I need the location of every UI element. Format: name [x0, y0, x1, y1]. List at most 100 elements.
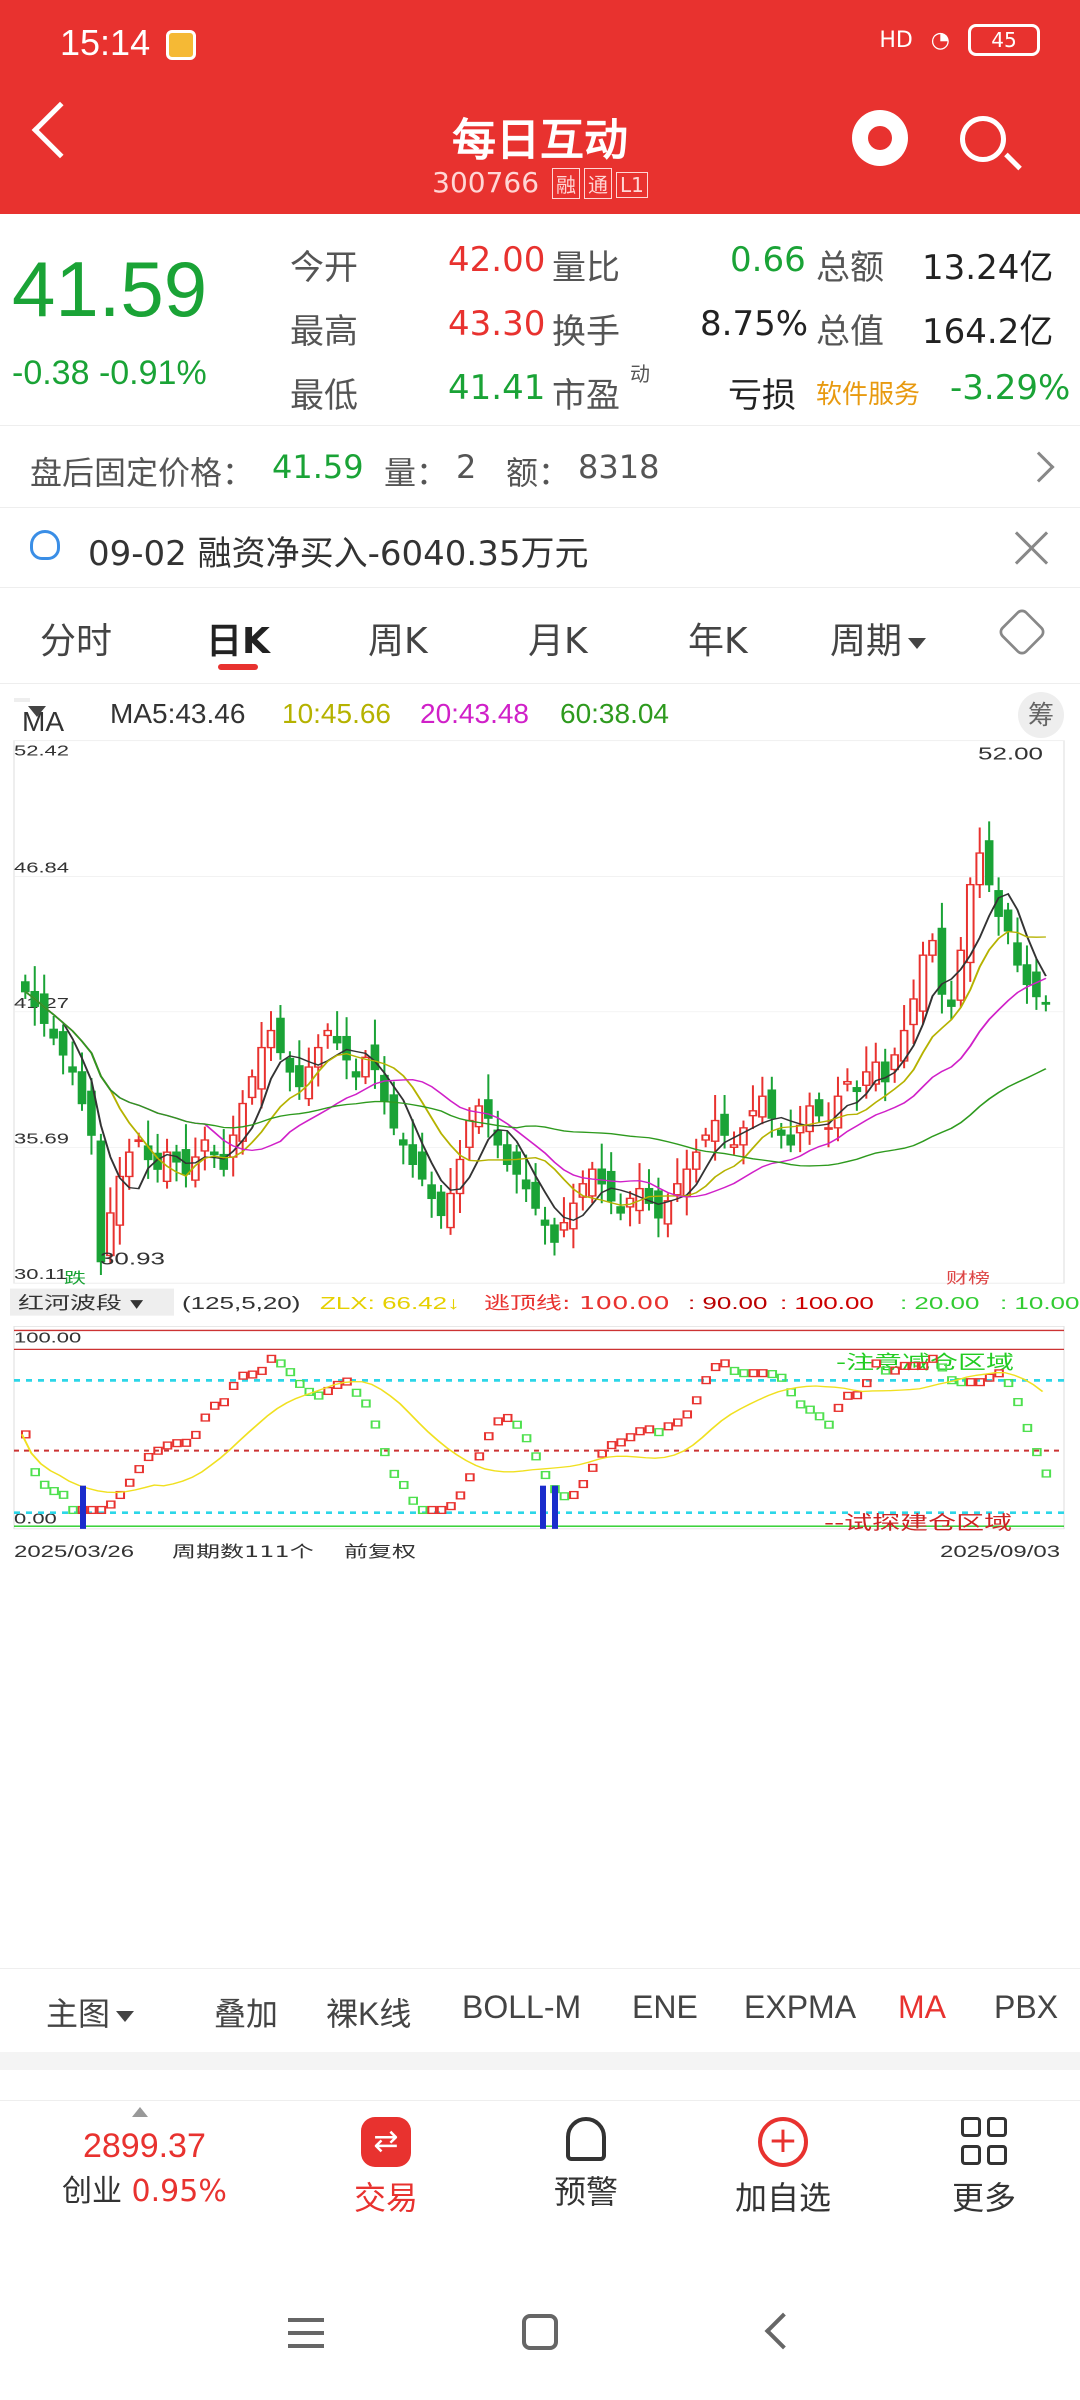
tab-intraday[interactable]: 分时 [40, 612, 112, 664]
itab-overlay[interactable]: 叠加 [214, 1989, 278, 2035]
notice-bar[interactable]: 09-02 融资净买入-6040.35万元 [0, 508, 1080, 588]
itab-main[interactable]: 主图 [46, 1989, 135, 2035]
osc-bar [682, 1410, 693, 1419]
mascot-icon[interactable] [852, 110, 908, 166]
candle-body [285, 1057, 295, 1073]
ma20-value: 20:43.48 [420, 698, 529, 729]
ah-vol: 2 [456, 448, 477, 486]
candle-body [748, 1110, 758, 1117]
osc-bar [200, 1413, 211, 1422]
osc-bar [540, 1470, 551, 1480]
itab-ene[interactable]: ENE [632, 1989, 698, 2026]
itab-pbx[interactable]: PBX [994, 1989, 1058, 2026]
candle-body [417, 1151, 427, 1180]
nav-add-watch[interactable]: + 加自选 [730, 2117, 836, 2219]
candle-body [559, 1222, 569, 1231]
candle-body [776, 1129, 786, 1136]
osc-bar [209, 1401, 220, 1410]
candle-body [1013, 942, 1022, 966]
index-name: 创业 [62, 2174, 122, 2209]
candle-body [238, 1102, 247, 1142]
candle-body [427, 1184, 436, 1200]
home-icon[interactable] [522, 2314, 558, 2350]
chip-button[interactable]: 筹 [1018, 692, 1064, 738]
back-nav-icon[interactable] [764, 2312, 802, 2350]
osc-bar [484, 1432, 494, 1441]
index-pct: 0.95% [131, 2174, 227, 2209]
osc-bar [1013, 1398, 1023, 1407]
candle-body [266, 1029, 276, 1049]
label-turnover: 换手 [552, 312, 620, 352]
close-icon[interactable] [1014, 530, 1050, 566]
itab-expma[interactable]: EXPMA [744, 1989, 856, 2026]
chevron-right-icon [1023, 451, 1055, 483]
ind-y-top: 100.00 [14, 1329, 81, 1346]
candle-body [58, 1031, 68, 1056]
value-sector: -3.29% [950, 368, 1071, 408]
index-line: 创业 0.95% [62, 2166, 227, 2210]
up-arrow-icon[interactable] [132, 2107, 148, 2117]
candle-body [115, 1175, 125, 1226]
osc-bar [351, 1388, 362, 1397]
label-pe-sup: 动 [630, 362, 650, 386]
bulb-icon [30, 530, 60, 560]
high-label: 52.00 [978, 744, 1043, 764]
separator [0, 2052, 1080, 2070]
value-pe: 亏损 [728, 376, 796, 416]
osc-bar [49, 1487, 59, 1496]
ah-vol-label: 量： [384, 454, 449, 492]
osc-bar [172, 1439, 182, 1448]
signal-bar [540, 1485, 546, 1529]
ah-amt-label: 额： [506, 454, 571, 492]
value-low: 41.41 [448, 368, 546, 408]
candle-body [521, 1179, 531, 1190]
candle-body [209, 1151, 219, 1156]
candle-body [446, 1192, 455, 1229]
osc-bar [191, 1430, 201, 1439]
tab-weekly[interactable]: 周K [368, 612, 428, 664]
osc-bar [162, 1441, 173, 1450]
itab-boll[interactable]: BOLL-M [462, 1989, 581, 2026]
drop-tag: 跌 [64, 1270, 86, 1287]
candle-body [77, 1071, 87, 1105]
osc-bar [644, 1425, 655, 1434]
tab-daily[interactable]: 日K [206, 612, 270, 670]
kline-chart[interactable]: 52.4246.8441.2735.6930.1152.0030.93跌财榜红河… [0, 738, 1080, 1568]
search-icon[interactable] [960, 116, 1006, 162]
nav-more[interactable]: 更多 [944, 2117, 1024, 2219]
label-low: 最低 [290, 376, 358, 416]
osc-bar [965, 1378, 976, 1387]
nav-trade[interactable]: ⇄ 交易 [346, 2117, 426, 2219]
itab-nakedk[interactable]: 裸K线 [326, 1989, 411, 2035]
tab-monthly[interactable]: 月K [528, 612, 588, 664]
candle-body [710, 1119, 720, 1142]
osc-bar [1041, 1469, 1052, 1478]
after-hours-bar[interactable]: 盘后固定价格： 41.59 量： 2 额： 8318 [0, 426, 1080, 508]
quote-row: 今开 42.00 量比 0.66 总额 13.24亿 [290, 240, 1070, 300]
candle-body [531, 1181, 540, 1209]
stock-code: 300766 融通 L1 [0, 166, 1080, 199]
stock-code-text: 300766 [432, 166, 540, 199]
osc-bar [257, 1366, 267, 1375]
candle-body [701, 1134, 710, 1141]
candle-body [843, 1080, 852, 1085]
nav-alert[interactable]: 预警 [546, 2117, 626, 2213]
tab-yearly[interactable]: 年K [688, 612, 748, 664]
candle-body [918, 954, 928, 1012]
osc-bar [739, 1369, 749, 1378]
value-open: 42.00 [448, 240, 546, 280]
osc-bar [455, 1491, 466, 1500]
osc-bar [106, 1500, 116, 1509]
osc-bar [814, 1412, 825, 1421]
index-widget[interactable]: 2899.37 创业 0.95% [62, 2127, 227, 2210]
tab-period-label: 周期 [830, 621, 903, 662]
osc-bar [852, 1391, 863, 1400]
menu-icon[interactable] [288, 2318, 324, 2348]
label-sector[interactable]: 软件服务 [816, 374, 920, 411]
osc-bar [30, 1468, 41, 1477]
ma-selector[interactable]: MA [14, 698, 64, 737]
label-volratio: 量比 [552, 248, 620, 288]
tab-period[interactable]: 周期 [830, 612, 927, 664]
itab-ma[interactable]: MA [898, 1989, 946, 2026]
osc-bar [1022, 1423, 1033, 1433]
